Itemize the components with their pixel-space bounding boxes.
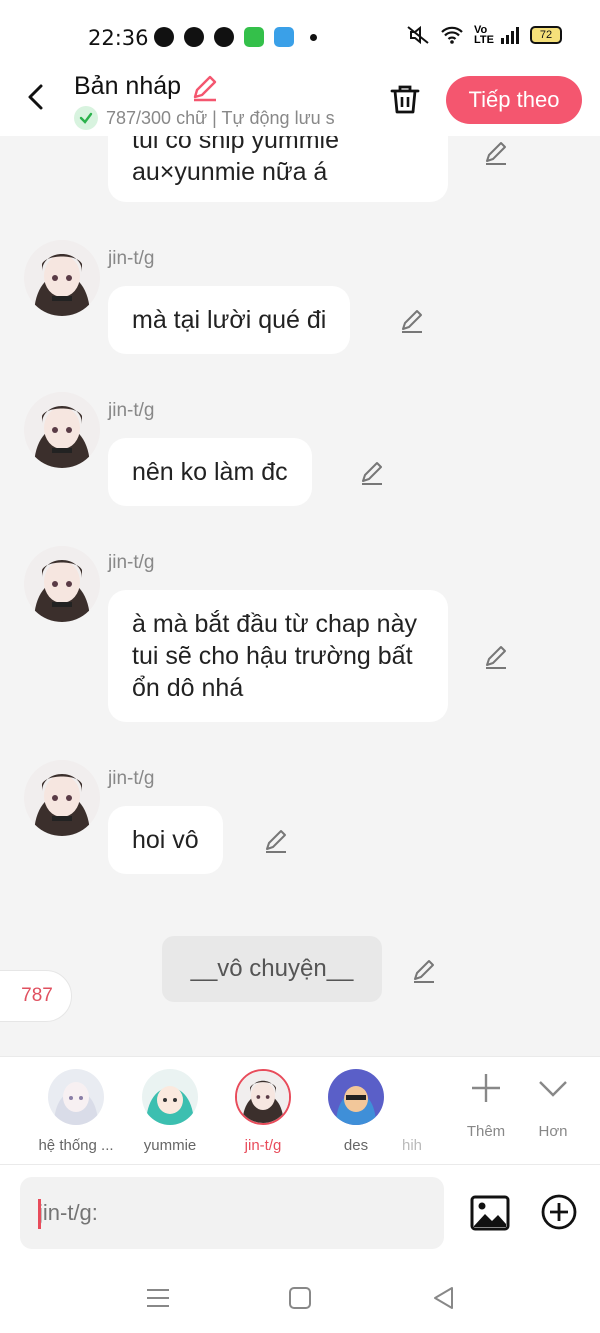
message-input[interactable] bbox=[20, 1177, 444, 1249]
character-avatar bbox=[48, 1069, 104, 1125]
edit-message-icon[interactable] bbox=[358, 458, 386, 486]
edit-narration-icon[interactable] bbox=[410, 956, 438, 984]
plus-icon bbox=[472, 1074, 500, 1102]
character-name: des bbox=[343, 1137, 369, 1154]
speaker-name: jin-t/g bbox=[108, 768, 155, 789]
chat-area[interactable]: tui có ship yummie au×yunmie nữa á jin-t… bbox=[0, 136, 600, 1056]
mute-icon bbox=[407, 25, 429, 45]
app-root: 22:36 Vo LTE 72 Bản nháp 787/300 chữ | Tự… bbox=[0, 0, 600, 1333]
word-counter-badge[interactable]: 787 bbox=[0, 970, 72, 1022]
character-name: yummie bbox=[143, 1137, 197, 1154]
edit-message-icon[interactable] bbox=[262, 826, 290, 854]
avatar[interactable] bbox=[24, 546, 100, 622]
edit-message-icon[interactable] bbox=[398, 306, 426, 334]
delete-button[interactable] bbox=[388, 82, 422, 116]
character-item[interactable]: hih bbox=[392, 1069, 432, 1154]
system-icons: Vo LTE 72 bbox=[406, 24, 562, 46]
character-item-active[interactable]: jin-t/g bbox=[215, 1069, 311, 1154]
more-notifications-icon bbox=[310, 33, 317, 41]
character-item[interactable]: hệ thống ... bbox=[28, 1069, 124, 1154]
speaker-name: jin-t/g bbox=[108, 400, 155, 421]
next-button[interactable]: Tiếp theo bbox=[446, 76, 582, 124]
character-item[interactable]: des bbox=[308, 1069, 404, 1154]
menu-nav-button[interactable] bbox=[144, 1284, 172, 1312]
check-icon bbox=[74, 106, 98, 130]
system-nav-bar bbox=[0, 1260, 600, 1333]
add-character-button[interactable]: Thêm bbox=[456, 1071, 516, 1140]
edit-message-icon[interactable] bbox=[482, 138, 510, 166]
autosave-status: 787/300 chữ | Tự động lưu s bbox=[74, 106, 364, 130]
composer bbox=[0, 1164, 600, 1260]
avatar[interactable] bbox=[24, 240, 100, 316]
notification-icons bbox=[154, 27, 317, 47]
app-icon bbox=[274, 27, 294, 47]
message-text: à mà bắt đầu từ chap này tui sẽ cho hậu … bbox=[132, 610, 417, 702]
text-caret bbox=[38, 1199, 41, 1229]
messages-icon bbox=[244, 27, 264, 47]
telegram-icon bbox=[154, 27, 174, 47]
speaker-name: jin-t/g bbox=[108, 552, 155, 573]
add-content-button[interactable] bbox=[540, 1193, 578, 1231]
page-title: Bản nháp bbox=[74, 72, 182, 100]
character-avatar bbox=[328, 1069, 384, 1125]
editor-header: Bản nháp 787/300 chữ | Tự động lưu s Tiế… bbox=[0, 70, 600, 136]
message-text: mà tại lười qué đi bbox=[132, 306, 327, 334]
message-text: nên ko làm đc bbox=[132, 458, 288, 486]
character-item[interactable]: yummie bbox=[122, 1069, 218, 1154]
facebook-icon bbox=[184, 27, 204, 47]
message-bubble[interactable]: à mà bắt đầu từ chap này tui sẽ cho hậu … bbox=[108, 590, 448, 722]
status-time: 22:36 bbox=[88, 26, 149, 50]
expand-label: Hơn bbox=[538, 1123, 568, 1140]
back-nav-button[interactable] bbox=[430, 1284, 458, 1312]
character-name: jin-t/g bbox=[244, 1137, 282, 1154]
rename-pencil-icon[interactable] bbox=[190, 72, 220, 102]
message-text: tui có ship yummie au×yunmie nữa á bbox=[132, 136, 340, 186]
chevron-down-icon bbox=[539, 1081, 567, 1097]
character-avatar bbox=[142, 1069, 198, 1125]
edit-message-icon[interactable] bbox=[482, 642, 510, 670]
home-nav-button[interactable] bbox=[286, 1284, 314, 1312]
avatar[interactable] bbox=[24, 392, 100, 468]
back-button[interactable] bbox=[22, 82, 52, 112]
speaker-name: jin-t/g bbox=[108, 248, 155, 269]
narration-text: __vô chuyện__ bbox=[190, 955, 354, 982]
message-bubble[interactable]: hoi vô bbox=[108, 806, 223, 874]
status-bar: 22:36 Vo LTE 72 bbox=[0, 0, 600, 70]
signal-icon bbox=[501, 27, 519, 44]
character-name: hệ thống ... bbox=[38, 1137, 114, 1154]
insert-image-button[interactable] bbox=[470, 1193, 510, 1233]
add-character-label: Thêm bbox=[466, 1123, 506, 1140]
wifi-icon bbox=[441, 26, 463, 44]
character-avatar bbox=[392, 1069, 432, 1125]
word-count-status: 787/300 chữ | Tự động lưu s bbox=[106, 107, 335, 128]
battery-icon: 72 bbox=[530, 26, 562, 44]
volte-icon: Vo LTE bbox=[474, 24, 494, 46]
character-selector: hệ thống ... yummie jin-t/g des hih Thêm… bbox=[0, 1056, 600, 1164]
message-bubble[interactable]: nên ko làm đc bbox=[108, 438, 312, 506]
expand-button[interactable]: Hơn bbox=[523, 1071, 583, 1140]
message-text: hoi vô bbox=[132, 826, 199, 854]
character-avatar bbox=[235, 1069, 291, 1125]
browser-icon bbox=[214, 27, 234, 47]
message-bubble[interactable]: tui có ship yummie au×yunmie nữa á bbox=[108, 136, 448, 202]
character-name: hih bbox=[401, 1137, 423, 1154]
avatar[interactable] bbox=[24, 760, 100, 836]
message-bubble[interactable]: mà tại lười qué đi bbox=[108, 286, 351, 354]
narration-bubble[interactable]: __vô chuyện__ bbox=[162, 936, 382, 1002]
